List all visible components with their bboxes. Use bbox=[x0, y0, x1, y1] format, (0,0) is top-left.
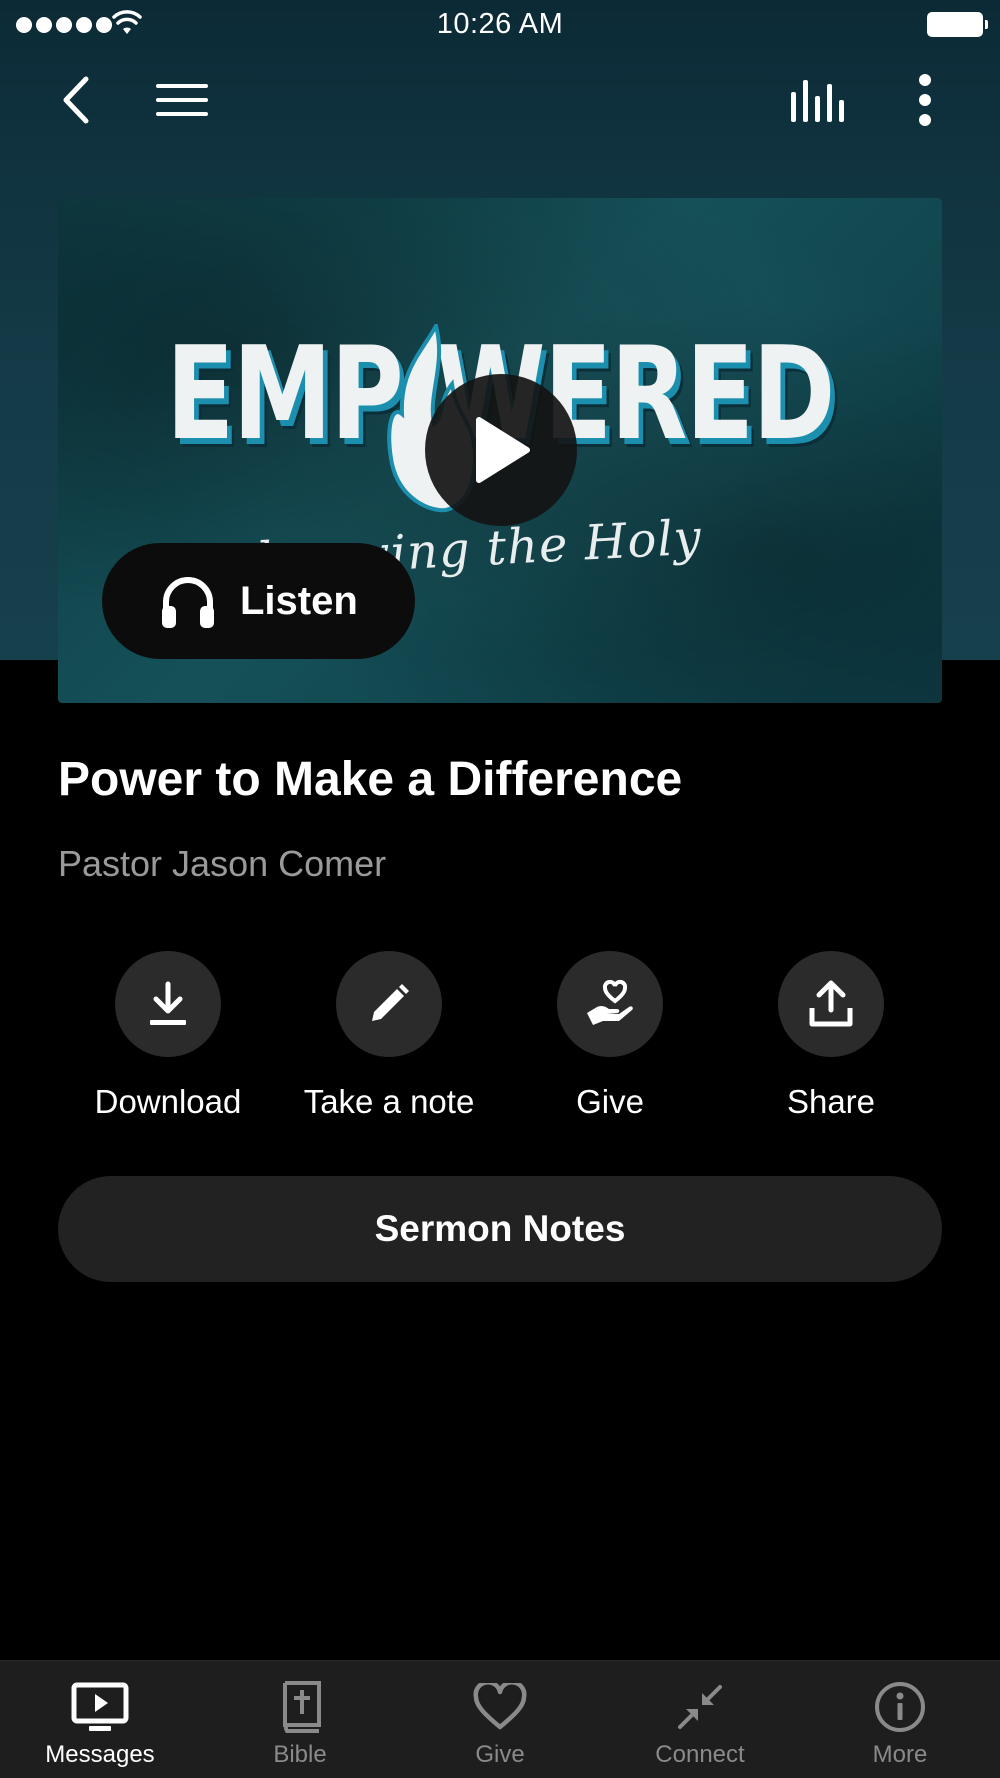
tab-more-label: More bbox=[872, 1741, 928, 1768]
take-note-label: Take a note bbox=[303, 1083, 475, 1120]
tab-connect[interactable]: Connect bbox=[600, 1661, 800, 1778]
tab-give[interactable]: Give bbox=[400, 1661, 600, 1778]
tab-bar: Messages Bible Give Connect More bbox=[0, 1660, 1000, 1778]
status-bar: 10:26 AM bbox=[0, 0, 1000, 50]
tab-connect-label: Connect bbox=[655, 1741, 745, 1768]
more-options-button[interactable] bbox=[900, 70, 950, 130]
listen-button[interactable]: Listen bbox=[102, 543, 415, 659]
message-title: Power to Make a Difference bbox=[58, 753, 683, 806]
back-button[interactable] bbox=[50, 70, 100, 130]
chevron-left-icon bbox=[63, 76, 89, 124]
menu-button[interactable] bbox=[150, 70, 214, 130]
battery-icon bbox=[927, 12, 988, 37]
download-icon bbox=[150, 981, 186, 1025]
hand-heart-icon bbox=[587, 979, 633, 1025]
speaker-name: Pastor Jason Comer bbox=[58, 843, 387, 884]
give-button[interactable] bbox=[557, 951, 663, 1057]
tab-messages[interactable]: Messages bbox=[0, 1661, 200, 1778]
take-note-action[interactable]: Take a note bbox=[279, 951, 499, 1121]
share-icon bbox=[809, 980, 853, 1027]
share-button[interactable] bbox=[778, 951, 884, 1057]
share-action[interactable]: Share bbox=[721, 951, 941, 1121]
give-label: Give bbox=[576, 1083, 644, 1120]
download-label: Download bbox=[94, 1083, 242, 1120]
tv-play-icon bbox=[71, 1682, 129, 1731]
status-time: 10:26 AM bbox=[436, 8, 564, 40]
tab-bible-label: Bible bbox=[273, 1741, 327, 1768]
hamburger-menu-icon bbox=[156, 84, 208, 116]
download-button[interactable] bbox=[115, 951, 221, 1057]
audio-button[interactable] bbox=[783, 70, 853, 130]
connect-arrows-icon bbox=[678, 1685, 722, 1729]
tab-more[interactable]: More bbox=[800, 1661, 1000, 1778]
heart-icon bbox=[473, 1683, 527, 1730]
play-icon bbox=[476, 417, 530, 483]
sermon-notes-button[interactable]: Sermon Notes bbox=[58, 1176, 942, 1282]
tab-messages-label: Messages bbox=[45, 1741, 155, 1768]
play-button[interactable] bbox=[425, 374, 577, 526]
listen-label: Listen bbox=[240, 578, 358, 623]
share-label: Share bbox=[786, 1083, 876, 1120]
tab-give-label: Give bbox=[475, 1741, 525, 1768]
equalizer-icon bbox=[791, 80, 844, 122]
give-action[interactable]: Give bbox=[500, 951, 720, 1121]
info-icon bbox=[875, 1682, 925, 1732]
take-note-button[interactable] bbox=[336, 951, 442, 1057]
tab-bible[interactable]: Bible bbox=[200, 1661, 400, 1778]
pencil-icon bbox=[372, 984, 409, 1021]
headphones-icon bbox=[162, 577, 214, 628]
vertical-dots-icon bbox=[919, 74, 931, 126]
download-action[interactable]: Download bbox=[58, 951, 278, 1121]
bible-icon bbox=[283, 1681, 321, 1733]
